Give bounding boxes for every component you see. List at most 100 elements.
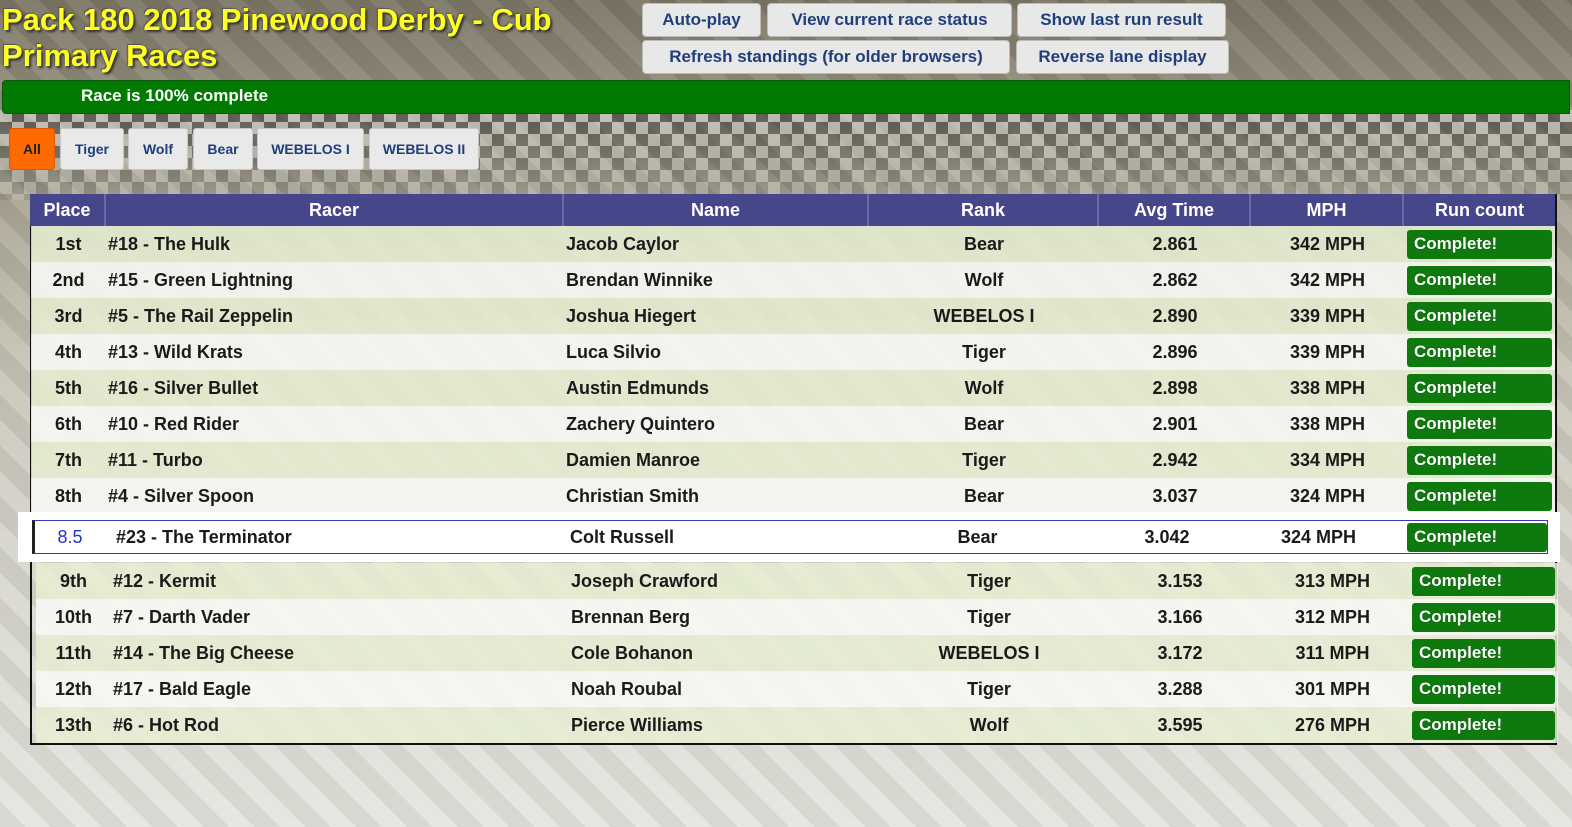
filter-all[interactable]: All (9, 128, 55, 170)
cell-mph: 312 MPH (1294, 606, 1371, 627)
complete-badge: Complete! (1407, 301, 1552, 331)
cell-name: Brennan Berg (571, 606, 691, 627)
table-row: 9th #12 - Kermit Joseph Crawford Tiger 3.153… (36, 563, 1558, 599)
cell-rank: Wolf (964, 377, 1004, 398)
col-rank[interactable]: Rank (869, 194, 1099, 226)
cell-avg-time: 3.288 (1157, 678, 1203, 699)
cell-mph: 342 MPH (1289, 233, 1366, 254)
cell-place: 6th (55, 413, 82, 434)
table-row: 12th #17 - Bald Eagle Noah Roubal Tiger 3.28… (36, 671, 1558, 707)
cell-racer: #18 - The Hulk (108, 233, 231, 254)
cell-place: 10th (54, 606, 92, 627)
cell-avg-time: 3.037 (1152, 485, 1198, 506)
complete-badge: Complete! (1412, 566, 1555, 596)
cell-rank: WEBELOS I (933, 305, 1035, 326)
cell-avg-time: 2.861 (1152, 233, 1198, 254)
cell-racer: #23 - The Terminator (116, 526, 292, 547)
cell-mph: 339 MPH (1289, 341, 1366, 362)
cell-racer: #12 - Kermit (113, 570, 217, 591)
cell-racer: #15 - Green Lightning (108, 269, 294, 290)
cell-racer: #13 - Wild Krats (108, 341, 243, 362)
cell-mph: 311 MPH (1295, 642, 1370, 663)
complete-badge: Complete! (1412, 710, 1555, 740)
cell-rank: Bear (957, 526, 998, 547)
cell-place: 1st (55, 233, 82, 254)
cell-rank: Wolf (969, 714, 1009, 735)
cell-rank: Bear (963, 413, 1005, 434)
cell-rank: Tiger (967, 678, 1011, 699)
cell-avg-time: 3.166 (1157, 606, 1203, 627)
col-avg-time[interactable]: Avg Time (1099, 194, 1251, 226)
table-row: 4th #13 - Wild Krats Luca Silvio Tiger 2.896… (31, 334, 1555, 370)
complete-badge: Complete! (1407, 373, 1552, 403)
cell-place: 8.5 (57, 526, 83, 547)
cell-name: Cole Bohanon (571, 642, 693, 663)
table-row: 3rd #5 - The Rail Zeppelin Joshua Hiegert W… (31, 298, 1555, 334)
cell-racer: #4 - Silver Spoon (108, 485, 255, 506)
cell-avg-time: 2.898 (1152, 377, 1198, 398)
filter-webelos-1[interactable]: WEBELOS I (257, 128, 364, 170)
cell-name: Zachery Quintero (566, 413, 716, 434)
complete-badge: Complete! (1407, 409, 1552, 439)
cell-avg-time: 2.896 (1152, 341, 1198, 362)
cell-rank: Tiger (962, 449, 1006, 470)
cell-name: Damien Manroe (566, 449, 701, 470)
cell-racer: #17 - Bald Eagle (113, 678, 252, 699)
cell-mph: 342 MPH (1289, 269, 1366, 290)
cell-name: Jacob Caylor (566, 233, 680, 254)
autoplay-button[interactable]: Auto-play (642, 3, 761, 37)
cell-mph: 338 MPH (1289, 377, 1366, 398)
cell-name: Joseph Crawford (571, 570, 719, 591)
show-last-run-button[interactable]: Show last run result (1017, 3, 1226, 37)
col-run-count[interactable]: Run count (1404, 194, 1555, 226)
filter-webelos-2[interactable]: WEBELOS II (369, 128, 479, 170)
cell-avg-time: 3.595 (1157, 714, 1203, 735)
cell-place: 9th (60, 570, 87, 591)
cell-avg-time: 2.901 (1152, 413, 1198, 434)
cell-name: Colt Russell (570, 526, 675, 547)
table-row: 11th #14 - The Big Cheese Cole Bohanon WEBE… (36, 635, 1558, 671)
complete-badge: Complete! (1407, 265, 1552, 295)
view-race-status-button[interactable]: View current race status (767, 3, 1012, 37)
complete-badge: Complete! (1407, 481, 1552, 511)
refresh-standings-button[interactable]: Refresh standings (for older browsers) (642, 40, 1010, 74)
cell-name: Noah Roubal (571, 678, 682, 699)
table-row: 2nd #15 - Green Lightning Brendan Winnike W… (31, 262, 1555, 298)
table-header: Place Racer Name Rank Avg Time MPH Run c… (30, 194, 1555, 226)
complete-badge: Complete! (1412, 602, 1555, 632)
cell-mph: 276 MPH (1294, 714, 1371, 735)
table-row: 5th #16 - Silver Bullet Austin Edmunds Wolf… (31, 370, 1555, 406)
table-row: 7th #11 - Turbo Damien Manroe Tiger 2.942 334… (31, 442, 1555, 478)
cell-place: 7th (55, 449, 82, 470)
col-place[interactable]: Place (30, 194, 106, 226)
cell-avg-time: 3.153 (1157, 570, 1203, 591)
col-racer[interactable]: Racer (106, 194, 564, 226)
cell-name: Joshua Hiegert (566, 305, 697, 326)
page-title: Pack 180 2018 Pinewood Derby - Cub Prima… (2, 2, 552, 73)
cell-name: Brendan Winnike (566, 269, 713, 290)
filter-wolf[interactable]: Wolf (128, 128, 188, 170)
table-row: 13th #6 - Hot Rod Pierce Williams Wolf 3.595… (36, 707, 1558, 743)
col-name[interactable]: Name (564, 194, 869, 226)
cell-avg-time: 2.862 (1152, 269, 1198, 290)
cell-racer: #7 - Darth Vader (113, 606, 251, 627)
complete-badge: Complete! (1407, 522, 1547, 552)
col-mph[interactable]: MPH (1251, 194, 1404, 226)
table-row-highlighted: 8.5 #23 - The Terminator Colt Russell Be… (32, 520, 1548, 554)
cell-rank: Tiger (967, 570, 1011, 591)
filter-tiger[interactable]: Tiger (60, 128, 124, 170)
complete-badge: Complete! (1407, 445, 1552, 475)
cell-rank: Tiger (967, 606, 1011, 627)
complete-badge: Complete! (1412, 674, 1555, 704)
race-progress-bar: Race is 100% complete (2, 80, 1570, 114)
cell-rank: Wolf (964, 269, 1004, 290)
race-progress-label: Race is 100% complete (81, 86, 269, 105)
cell-avg-time: 2.942 (1152, 449, 1198, 470)
reverse-lane-button[interactable]: Reverse lane display (1016, 40, 1229, 74)
cell-racer: #10 - Red Rider (108, 413, 240, 434)
complete-badge: Complete! (1412, 638, 1555, 668)
cell-rank: Bear (963, 233, 1005, 254)
cell-mph: 313 MPH (1294, 570, 1371, 591)
filter-bear[interactable]: Bear (193, 128, 253, 170)
table-row: 6th #10 - Red Rider Zachery Quintero Bear 2.… (31, 406, 1555, 442)
